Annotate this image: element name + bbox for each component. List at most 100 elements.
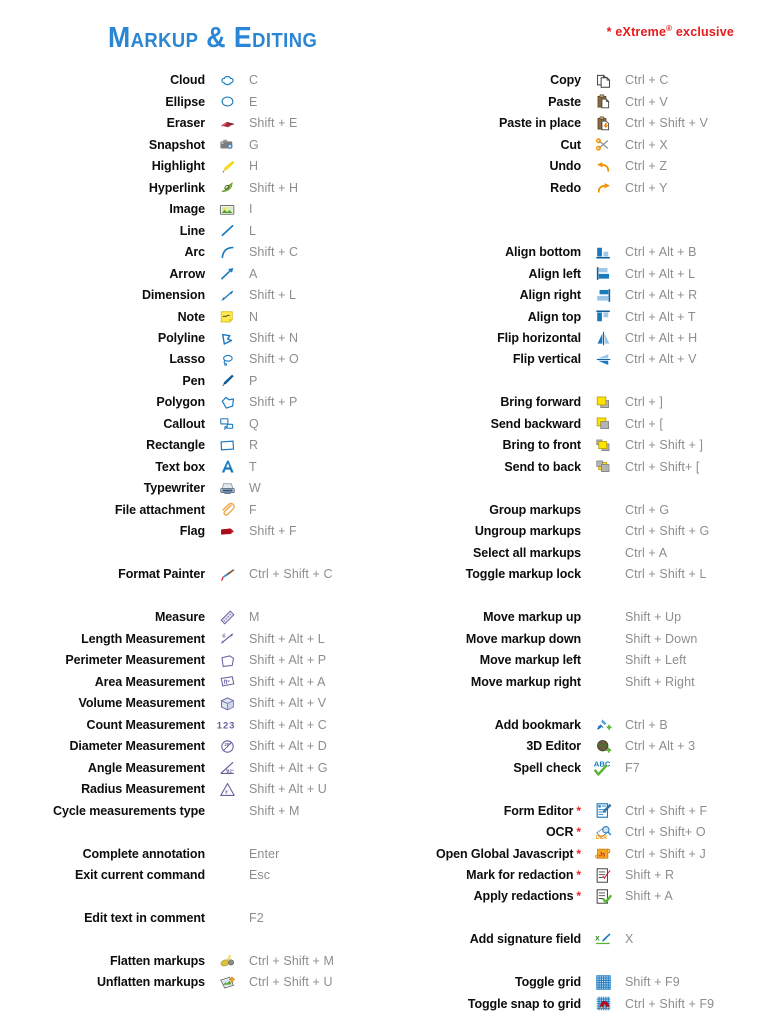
shortcut-keys: Shift + L	[249, 288, 297, 303]
shortcut-keys: Ctrl + [	[625, 416, 663, 431]
shortcut-row: Complete annotation Enter	[0, 843, 384, 865]
shortcut-row: Open Global Javascript * Js Ctrl + Shift + …	[384, 843, 768, 865]
shortcut-row: Ungroup markups Ctrl + Shift + G	[384, 521, 768, 543]
shortcut-row: Flatten markups Ctrl + Shift + M	[0, 950, 384, 972]
shortcut-label: Send backward	[490, 416, 582, 431]
shortcut-keys: H	[249, 159, 259, 174]
svg-text:ft²: ft²	[223, 679, 230, 686]
shortcut-label: Exit current command	[75, 868, 205, 882]
shortcut-keys: Ctrl + Y	[625, 180, 668, 195]
shortcut-label: Pen	[182, 373, 205, 388]
length-measurement-icon: 8'	[212, 629, 242, 649]
align-top-icon	[588, 307, 618, 327]
shortcut-label: Polyline	[157, 331, 205, 345]
shortcut-keys: W	[249, 481, 261, 496]
shortcut-label: File attachment	[114, 502, 205, 517]
shortcut-label: Paste in place	[499, 116, 581, 131]
shortcut-row: Snapshot G	[0, 134, 384, 156]
no-icon	[588, 543, 618, 563]
extreme-exclusive-star: *	[576, 889, 581, 904]
shortcut-row: Count Measurement 123 Shift + Alt + C	[0, 714, 384, 736]
shortcut-label: Toggle snap to grid	[467, 996, 581, 1011]
shortcut-row: Align top Ctrl + Alt + T	[384, 306, 768, 328]
shortcut-row: File attachment F	[0, 499, 384, 521]
shortcut-label: Lasso	[169, 352, 205, 367]
shortcut-label: Cloud	[170, 73, 205, 88]
svg-text:28": 28"	[224, 742, 231, 747]
shortcut-keys: Ctrl + Shift + U	[249, 975, 333, 990]
shortcut-label: Mark for redaction *	[466, 868, 581, 882]
shortcut-row: Perimeter Measurement Shift + Alt + P	[0, 649, 384, 671]
shortcut-row: Cycle measurements type Shift + M	[0, 800, 384, 822]
shortcut-label: Toggle markup lock	[465, 567, 581, 582]
shortcut-row: Highlight H	[0, 155, 384, 177]
shortcut-label: Select all markups	[473, 545, 581, 560]
form-editor-icon	[588, 801, 618, 821]
shortcut-keys: Ctrl + B	[625, 717, 668, 732]
shortcut-keys: Shift + Alt + L	[249, 631, 325, 646]
shortcut-label: Form Editor *	[503, 803, 581, 818]
flip-horizontal-icon	[588, 328, 618, 348]
shortcut-row: OCR * OCR Ctrl + Shift+ O	[384, 821, 768, 843]
shortcut-label: Apply redactions *	[473, 889, 581, 904]
align-left-icon	[588, 264, 618, 284]
shortcut-label: Edit text in comment	[84, 910, 205, 925]
send-to-back-icon	[588, 457, 618, 477]
shortcut-row: Send to back Ctrl + Shift+ [	[384, 456, 768, 478]
shortcut-keys: Ctrl + Shift + L	[625, 567, 707, 582]
shortcut-label: Format Painter	[118, 567, 205, 582]
undo-icon	[588, 156, 618, 176]
image-icon	[212, 199, 242, 219]
flag-icon	[212, 521, 242, 541]
shortcut-keys: Shift + Alt + V	[249, 696, 327, 711]
align-right-icon	[588, 285, 618, 305]
shortcut-label: Unflatten markups	[96, 975, 205, 990]
shortcut-label: Cycle measurements type	[53, 803, 205, 818]
flatten-icon	[212, 951, 242, 971]
extreme-exclusive-star: *	[576, 825, 581, 840]
mark-redaction-icon	[588, 865, 618, 885]
shortcut-label: Highlight	[151, 159, 205, 174]
polygon-icon	[212, 392, 242, 412]
shortcut-row: Copy Ctrl + C	[384, 70, 768, 92]
shortcut-keys: Shift + F9	[625, 975, 680, 990]
no-icon	[212, 844, 242, 864]
typewriter-icon	[212, 478, 242, 498]
shortcut-row: Select all markups Ctrl + A	[384, 542, 768, 564]
shortcut-label: Group markups	[489, 502, 581, 517]
shortcut-row: Area Measurement ft² Shift + Alt + A	[0, 671, 384, 693]
shortcut-keys: L	[249, 223, 257, 238]
shortcut-label: Measure	[154, 610, 205, 625]
perimeter-measurement-icon	[212, 650, 242, 670]
shortcut-keys: Shift + Alt + C	[249, 717, 327, 732]
shortcut-label: Hyperlink	[148, 180, 205, 195]
grid-icon	[588, 972, 618, 992]
shortcut-keys: Ctrl + Z	[625, 159, 668, 174]
shortcut-row: Polyline Shift + N	[0, 327, 384, 349]
shortcut-label: Add signature field	[469, 932, 581, 947]
shortcut-label: Complete annotation	[82, 846, 206, 861]
paperclip-icon	[212, 500, 242, 520]
shortcut-row: Arrow A	[0, 263, 384, 285]
shortcut-label: Paste	[548, 94, 581, 109]
shortcut-row: Mark for redaction * Shift + R	[384, 864, 768, 886]
angle-measurement-icon: 32°	[212, 758, 242, 778]
shortcut-keys: Shift + F	[249, 524, 297, 539]
extreme-exclusive-star: *	[576, 846, 581, 861]
shortcut-row: Image I	[0, 198, 384, 220]
arc-icon	[212, 242, 242, 262]
eraser-icon	[212, 113, 242, 133]
shortcut-row: Radius Measurement 3' Shift + Alt + U	[0, 778, 384, 800]
shortcut-label: Count Measurement	[86, 717, 206, 732]
shortcut-row: Toggle grid Shift + F9	[384, 972, 768, 994]
hyperlink-icon	[212, 178, 242, 198]
shortcut-label: Bring forward	[500, 395, 581, 410]
shortcut-row: Line L	[0, 220, 384, 242]
shortcut-label: Radius Measurement	[81, 782, 205, 797]
shortcut-label: Align bottom	[505, 245, 581, 260]
shortcut-keys: Shift + Alt + U	[249, 782, 327, 797]
shortcut-label: Perimeter Measurement	[65, 653, 205, 668]
dimension-icon	[212, 285, 242, 305]
shortcut-row: Align bottom Ctrl + Alt + B	[384, 241, 768, 263]
shortcut-keys: Shift + O	[249, 352, 299, 367]
